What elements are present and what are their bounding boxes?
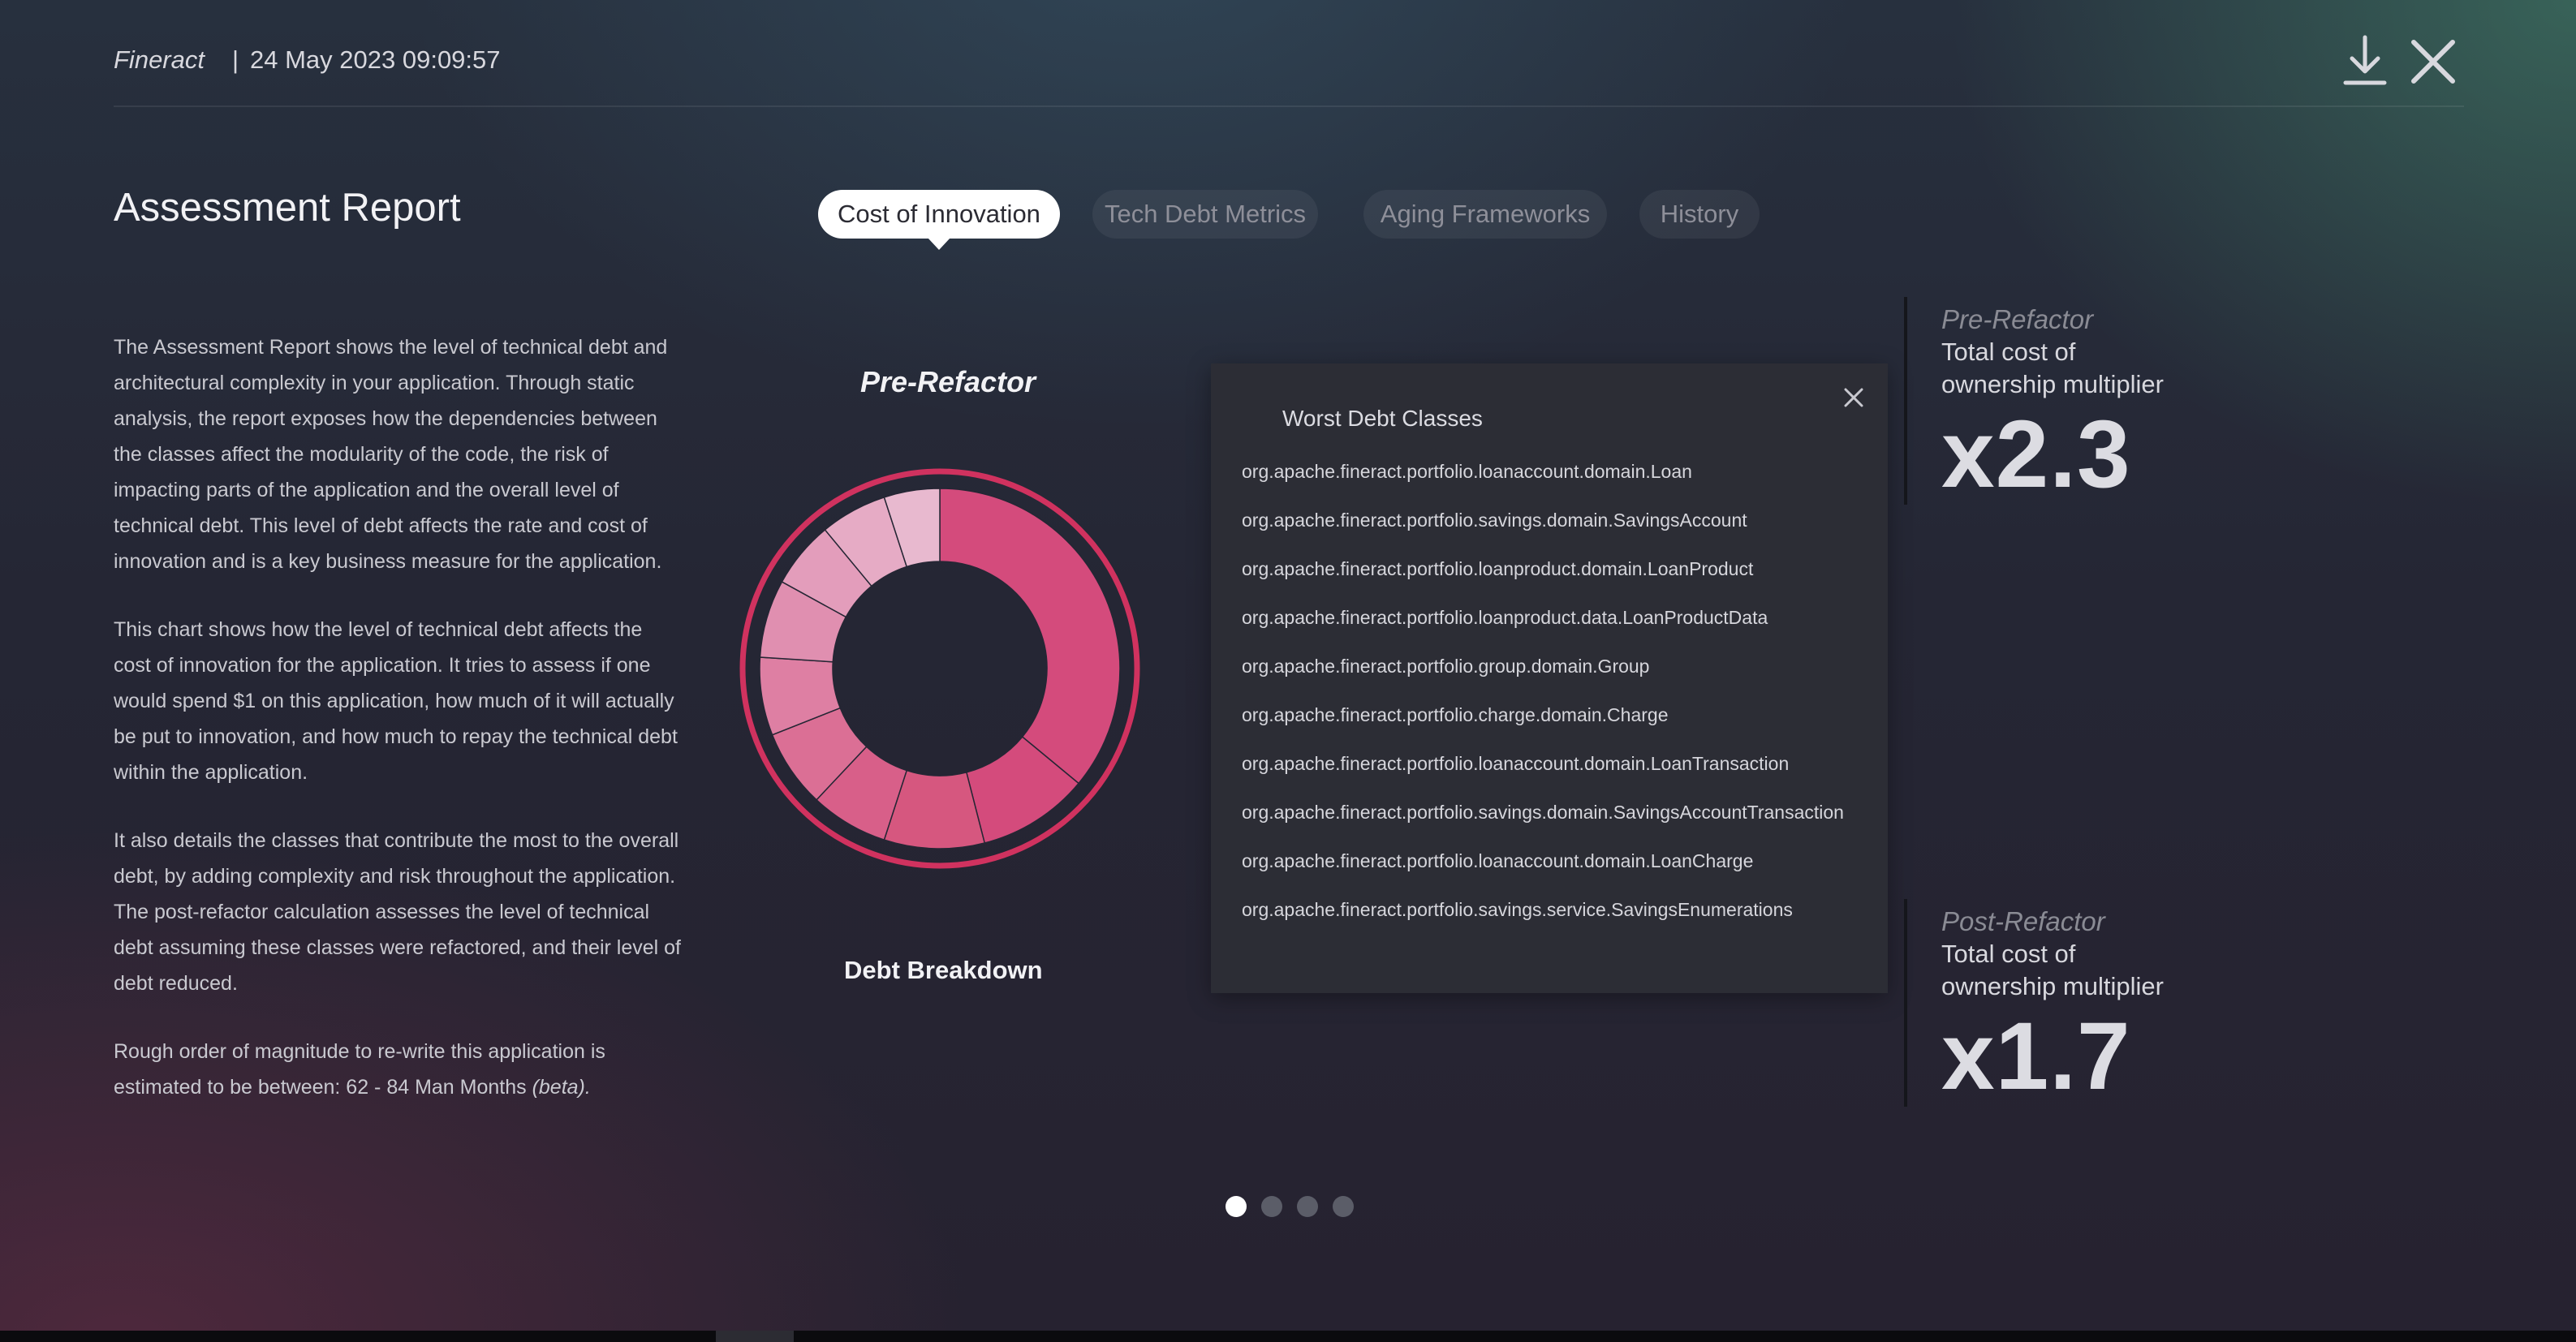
download-icon [2343,35,2387,85]
report-timestamp: 24 May 2023 09:09:57 [250,45,501,74]
metric-value: x2.3 [1941,401,2131,508]
debt-class-item: org.apache.fineract.portfolio.savings.se… [1242,899,1793,920]
pagination-dot[interactable] [1297,1196,1318,1217]
tab-history[interactable]: History [1639,190,1760,239]
tab-cost-of-innovation[interactable]: Cost of Innovation [818,190,1060,250]
debt-class-item: org.apache.fineract.portfolio.loanproduc… [1242,558,1754,579]
tab-aging-frameworks[interactable]: Aging Frameworks [1363,190,1607,239]
bottom-scroll-thumb [716,1331,794,1342]
pre-refactor-metric: Pre-Refactor Total cost of ownership mul… [1904,297,2282,505]
debt-class-item: org.apache.fineract.portfolio.loanaccoun… [1242,461,1692,482]
metric-value: x1.7 [1941,1003,2131,1110]
metric-subtitle: Total cost of [1941,940,2076,968]
tab-tech-debt-metrics[interactable]: Tech Debt Metrics [1092,190,1318,239]
metric-subtitle: Total cost of [1941,338,2076,366]
debt-class-item: org.apache.fineract.portfolio.loanaccoun… [1242,850,1754,871]
description-paragraph: The Assessment Report shows the level of… [114,336,668,573]
debt-breakdown-donut-chart [739,468,1140,869]
worst-debt-classes-panel: Worst Debt Classes org.apache.fineract.p… [1211,363,1888,993]
header-separator: | [232,45,239,74]
report-description: The Assessment Report shows the level of… [114,329,682,1105]
debt-class-item: org.apache.fineract.portfolio.savings.do… [1242,510,1747,531]
metric-title: Pre-Refactor [1941,304,2094,334]
donut-slice [939,488,1121,785]
app-brand: Fineract [114,45,205,74]
description-estimate: Rough order of magnitude to re-write thi… [114,1034,682,1105]
panel-close-button[interactable] [1837,381,1870,414]
pagination-dot[interactable] [1261,1196,1282,1217]
bottom-strip [0,1331,2576,1342]
beta-label: (beta). [532,1076,591,1099]
close-icon [2411,40,2455,84]
post-refactor-metric: Post-Refactor Total cost of ownership mu… [1904,899,2282,1107]
page-title: Assessment Report [114,186,461,230]
metric-title: Post-Refactor [1941,906,2105,936]
worst-debt-class-list: org.apache.fineract.portfolio.loanaccoun… [1242,459,1844,946]
debt-class-item: org.apache.fineract.portfolio.savings.do… [1242,802,1844,823]
debt-class-item: org.apache.fineract.portfolio.charge.dom… [1242,704,1669,725]
chart-label: Debt Breakdown [844,956,1043,984]
pagination-dot[interactable] [1226,1196,1247,1217]
top-bar: Fineract | 24 May 2023 09:09:57 [114,24,2464,107]
debt-class-item: org.apache.fineract.portfolio.group.doma… [1242,656,1650,677]
download-button[interactable] [2341,34,2389,91]
pagination-dot[interactable] [1333,1196,1354,1217]
close-icon [1844,388,1863,407]
metric-subtitle: ownership multiplier [1941,972,2164,1000]
debt-class-item: org.apache.fineract.portfolio.loanproduc… [1242,607,1768,628]
close-report-button[interactable] [2407,36,2459,88]
panel-title: Worst Debt Classes [1282,406,1483,431]
description-paragraph: It also details the classes that contrib… [114,829,681,995]
metric-subtitle: ownership multiplier [1941,370,2164,398]
debt-class-item: org.apache.fineract.portfolio.loanaccoun… [1242,753,1790,774]
chart-title: Pre-Refactor [860,365,1036,398]
description-paragraph: This chart shows how the level of techni… [114,618,678,784]
